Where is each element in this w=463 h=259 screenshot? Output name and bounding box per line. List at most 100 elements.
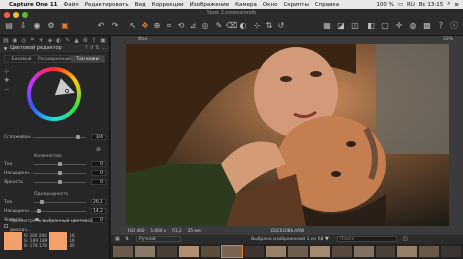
thumbnail[interactable]	[309, 246, 330, 257]
tab-advanced[interactable]: Расширенный	[38, 56, 71, 62]
grid-view-icon[interactable]: ▦	[322, 21, 332, 31]
cursor-icon[interactable]: ↖	[128, 21, 138, 31]
thumbnail-selected[interactable]	[221, 245, 244, 258]
menu-file[interactable]: Файл	[63, 2, 78, 8]
menu-edit[interactable]: Редактировать	[85, 2, 129, 8]
color-range-handle[interactable]	[65, 89, 69, 93]
zoom-level[interactable]: 33%	[443, 37, 453, 42]
pan-icon[interactable]: ✥	[140, 21, 150, 31]
spotlight-icon[interactable]: ⌕	[447, 1, 450, 8]
gradient-icon[interactable]: ◐	[238, 21, 248, 31]
thumbnail[interactable]	[156, 246, 177, 257]
tool-tab-library-icon[interactable]: ▤	[2, 37, 10, 44]
copy-adjust-icon[interactable]: ⇅	[264, 21, 274, 31]
tool-tab-layers-icon[interactable]: ◈	[46, 37, 54, 44]
thumbnail[interactable]	[200, 246, 221, 257]
amount-hue-value[interactable]: 0	[91, 161, 106, 167]
eyedropper-minus-icon[interactable]: −	[4, 86, 9, 93]
rotate-icon[interactable]: ⟲	[176, 21, 186, 31]
undo-icon[interactable]: ↶	[96, 21, 106, 31]
size-icon[interactable]: ◰	[403, 236, 408, 242]
amount-sat-slider[interactable]	[58, 171, 62, 175]
checkbox-box[interactable]	[4, 224, 8, 228]
thumbnail[interactable]	[288, 246, 308, 257]
uni-sat-value[interactable]: 14,2	[91, 208, 106, 214]
thumbnail[interactable]	[441, 246, 461, 257]
info-icon[interactable]: ⓘ	[449, 21, 459, 31]
tool-tab-adjust-icon[interactable]: ⚙	[81, 37, 89, 44]
menu-adjustments[interactable]: Коррекции	[152, 2, 184, 8]
tool-tab-color-icon[interactable]: ◐	[55, 37, 63, 44]
search-input[interactable]: Поиск	[337, 236, 397, 242]
proof-icon[interactable]: ◫	[350, 21, 360, 31]
amount-bright-value[interactable]: 0	[91, 179, 106, 185]
color-picker-icon[interactable]: ⊹	[4, 68, 9, 75]
amount-bright-slider[interactable]	[58, 180, 62, 184]
menu-app[interactable]: Capture One 11	[9, 2, 57, 8]
thumbnail[interactable]	[397, 246, 418, 257]
crop-icon[interactable]: ⌗	[164, 21, 174, 31]
tool-tab-batch-icon[interactable]: ▣	[99, 37, 107, 44]
reset-icon[interactable]: ↺	[276, 21, 286, 31]
uni-sat-track[interactable]	[34, 211, 86, 212]
library-icon[interactable]: ▤	[4, 21, 14, 31]
tool-header[interactable]: ▼ Цветовой редактор ? ↺ ⇅ …	[0, 44, 109, 52]
menu-image[interactable]: Изображение	[190, 2, 230, 8]
zoom-tool-icon[interactable]: ⊕	[152, 21, 162, 31]
thumbnail[interactable]	[244, 246, 265, 257]
uni-hue-value[interactable]: 20,1	[91, 199, 106, 205]
menu-list-icon[interactable]: ≡	[454, 2, 459, 8]
layer-label[interactable]: Фон	[138, 37, 148, 42]
thumbnail[interactable]	[134, 246, 155, 257]
sort-icon[interactable]: ⇅	[125, 236, 129, 242]
import-icon[interactable]: ⇩	[18, 21, 28, 31]
focus-icon[interactable]: ◍	[408, 21, 418, 31]
tool-tab-details-icon[interactable]: ▲	[73, 37, 81, 44]
tool-help-icon[interactable]: ?	[85, 45, 88, 51]
overlay-icon[interactable]: ▢	[380, 21, 390, 31]
thumbnail[interactable]	[353, 246, 374, 257]
spot-removal-icon[interactable]: ◎	[200, 21, 210, 31]
thumbnail[interactable]	[419, 246, 440, 257]
menu-view[interactable]: Вид	[135, 2, 146, 8]
main-photo[interactable]	[126, 44, 449, 226]
input-language[interactable]: RU	[407, 2, 415, 8]
tab-skin-tone[interactable]: Тон кожи	[71, 56, 104, 62]
redo-icon[interactable]: ↷	[110, 21, 120, 31]
eyedropper-plus-icon[interactable]: ✚	[4, 77, 9, 84]
compare-icon[interactable]: ◧	[366, 21, 376, 31]
menu-scripts[interactable]: Скрипты	[283, 2, 308, 8]
target-icon[interactable]: ⊕	[96, 146, 101, 153]
thumbnail[interactable]	[375, 246, 396, 257]
menu-camera[interactable]: Камера	[235, 2, 257, 8]
show-range-checkbox[interactable]: Просмотреть выбранный цветовой диапаз...	[0, 219, 110, 233]
tool-reset-icon[interactable]: ↺	[89, 45, 93, 51]
tool-copy-icon[interactable]: ⇅	[95, 45, 99, 51]
tool-tab-capture-icon[interactable]: ◉	[11, 37, 19, 44]
capture-icon[interactable]: ◉	[32, 21, 42, 31]
uni-sat-slider[interactable]	[37, 209, 41, 213]
folder-icon[interactable]: ▣	[60, 21, 70, 31]
tool-tab-exposure-icon[interactable]: ☀	[37, 37, 45, 44]
tool-tab-brush-icon[interactable]: ✎	[64, 37, 72, 44]
smoothness-slider[interactable]	[76, 135, 80, 139]
brush-icon[interactable]: ✎	[214, 21, 224, 31]
uni-hue-slider[interactable]	[40, 200, 44, 204]
menu-help[interactable]: Справка	[315, 2, 339, 8]
amount-sat-value[interactable]: 0	[91, 170, 106, 176]
filter-icon[interactable]: ▼	[325, 236, 329, 242]
sort-select[interactable]: Ручной	[136, 236, 181, 242]
smoothness-value[interactable]: 3/4	[91, 134, 106, 140]
tool-tab-lens-icon[interactable]: ◎	[20, 37, 28, 44]
browser-view-icon[interactable]: ▦	[115, 236, 120, 242]
picker-icon[interactable]: ⊹	[252, 21, 262, 31]
thumbnail[interactable]	[331, 246, 352, 257]
process-icon[interactable]: ⚙	[46, 21, 56, 31]
help-icon[interactable]: ?	[436, 21, 446, 31]
collapse-icon[interactable]: ▼	[4, 46, 7, 51]
keystone-icon[interactable]: ⊿	[188, 21, 198, 31]
exposure-warning-icon[interactable]: ◪	[336, 21, 346, 31]
grid-icon[interactable]: ▩	[422, 21, 432, 31]
guides-icon[interactable]: ✛	[394, 21, 404, 31]
tool-tab-composition-icon[interactable]: ⌗	[28, 36, 36, 44]
